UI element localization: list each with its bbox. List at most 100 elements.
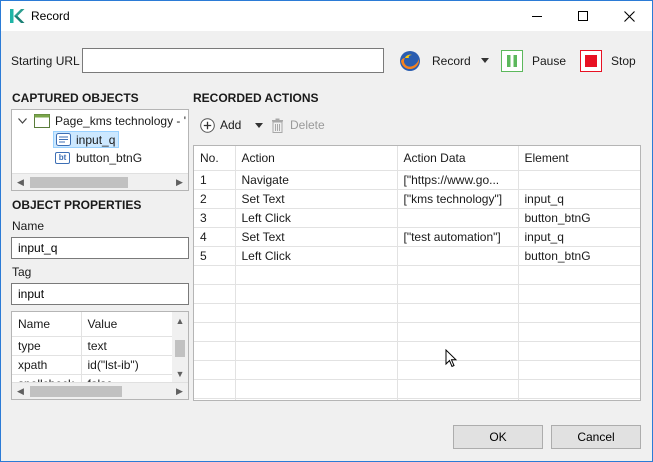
properties-column-name[interactable]: Name [12,312,82,337]
properties-horizontal-scrollbar[interactable]: ◀ ▶ [12,382,188,399]
cell-action-data: ["kms technology"] [397,189,519,209]
page-icon [34,114,50,128]
tree-node-button-btng[interactable]: bt button_btnG [55,150,142,166]
chevron-down-icon[interactable] [18,118,27,124]
button-icon: bt [55,152,70,164]
cell-action-data [397,208,519,228]
stop-label: Stop [611,53,636,68]
column-action[interactable]: Action [235,146,398,171]
cell-no: 3 [194,208,236,228]
table-row[interactable]: 4 Set Text ["test automation"] input_q [194,227,640,247]
table-row[interactable]: 1 Navigate ["https://www.go... [194,170,640,190]
scroll-left-icon[interactable]: ◀ [12,383,29,399]
minimize-icon [532,15,542,17]
cell-element: input_q [518,189,640,209]
add-label: Add [220,118,242,132]
empty-row [194,341,640,361]
title-bar: Record [1,1,652,31]
column-action-data[interactable]: Action Data [397,146,519,171]
ok-button[interactable]: OK [453,425,543,449]
minimize-button[interactable] [514,1,560,31]
cell-no: 4 [194,227,236,247]
cell-element: button_btnG [518,246,640,266]
dialog-content: Starting URL Record Pause Stop CAPTURED … [1,31,652,461]
cell-action: Set Text [235,227,398,247]
empty-row [194,284,640,304]
cell-action: Left Click [235,208,398,228]
empty-row [194,379,640,399]
maximize-button[interactable] [560,1,606,31]
empty-row [194,360,640,380]
pause-label: Pause [532,53,567,68]
close-icon [623,10,635,22]
starting-url-input[interactable] [82,48,384,73]
close-button[interactable] [606,1,652,31]
firefox-icon [400,50,420,71]
stop-button[interactable]: Stop [580,48,636,73]
delete-action-button[interactable]: Delete [271,116,325,134]
table-row[interactable]: xpath id("lst-ib") [12,355,173,375]
empty-row [194,303,640,323]
table-row[interactable]: type text [12,336,173,356]
table-row[interactable]: 3 Left Click button_btnG [194,208,640,228]
scrollbar-thumb[interactable] [30,177,128,188]
cancel-button[interactable]: Cancel [551,425,641,449]
cell-element [518,170,640,190]
mouse-cursor-icon [445,349,457,368]
object-tag-input[interactable] [11,283,189,305]
properties-column-value[interactable]: Value [81,312,173,337]
captured-objects-heading: CAPTURED OBJECTS [12,91,139,105]
object-properties-table[interactable]: Name Value type text xpath id("lst-ib") … [11,311,189,400]
scroll-right-icon[interactable]: ▶ [171,174,188,190]
tree-node-input-q-label: input_q [76,132,116,147]
object-name-input[interactable] [11,237,189,259]
cell-no: 2 [194,189,236,209]
recorded-actions-table[interactable]: No. Action Action Data Element 1 Navigat… [193,145,641,401]
empty-row [194,322,640,342]
cell-action-data: ["https://www.go... [397,170,519,190]
captured-objects-tree[interactable]: Page_kms technology - ' input_q bt butto… [11,109,189,191]
properties-vertical-scrollbar[interactable]: ▲ ▼ [172,312,188,382]
tree-node-page[interactable]: Page_kms technology - ' [18,113,186,129]
empty-row [194,398,640,400]
scroll-up-icon[interactable]: ▲ [172,312,188,329]
table-row[interactable]: 5 Left Click button_btnG [194,246,640,266]
cell-no: 5 [194,246,236,266]
pause-icon [501,49,523,72]
scrollbar-thumb[interactable] [175,340,185,357]
cell-action: Navigate [235,170,398,190]
add-dropdown-button[interactable] [255,116,265,134]
pause-button[interactable]: Pause [501,48,566,73]
record-label: Record [432,53,471,68]
properties-header-row: Name Value [12,312,173,337]
column-element[interactable]: Element [518,146,640,171]
property-name-cell: type [12,336,82,356]
scrollbar-thumb[interactable] [30,386,122,397]
cell-no: 1 [194,170,236,190]
scroll-left-icon[interactable]: ◀ [12,174,29,190]
cell-action-data: ["test automation"] [397,227,519,247]
window-title: Record [31,9,70,23]
caret-down-icon [255,122,263,128]
scroll-down-icon[interactable]: ▼ [172,365,188,382]
cell-action: Set Text [235,189,398,209]
tree-node-button-btng-label: button_btnG [76,151,143,165]
empty-row [194,265,640,285]
object-properties-heading: OBJECT PROPERTIES [12,198,142,212]
record-button[interactable]: Record [398,48,471,73]
scroll-right-icon[interactable]: ▶ [171,383,188,399]
record-dialog: Record Starting URL Record Pause Stop CA… [0,0,653,462]
column-no[interactable]: No. [194,146,236,171]
tree-node-input-q[interactable]: input_q [53,131,120,148]
caret-down-icon [481,58,489,63]
cell-action: Left Click [235,246,398,266]
trash-icon [272,118,283,133]
record-dropdown-button[interactable] [481,48,493,73]
starting-url-label: Starting URL [11,54,80,68]
plus-icon [200,117,215,133]
table-row[interactable]: 2 Set Text ["kms technology"] input_q [194,189,640,209]
add-action-button[interactable]: Add [200,116,241,134]
property-name-cell: xpath [12,355,82,375]
cell-action-data [397,246,519,266]
tree-horizontal-scrollbar[interactable]: ◀ ▶ [12,173,188,190]
